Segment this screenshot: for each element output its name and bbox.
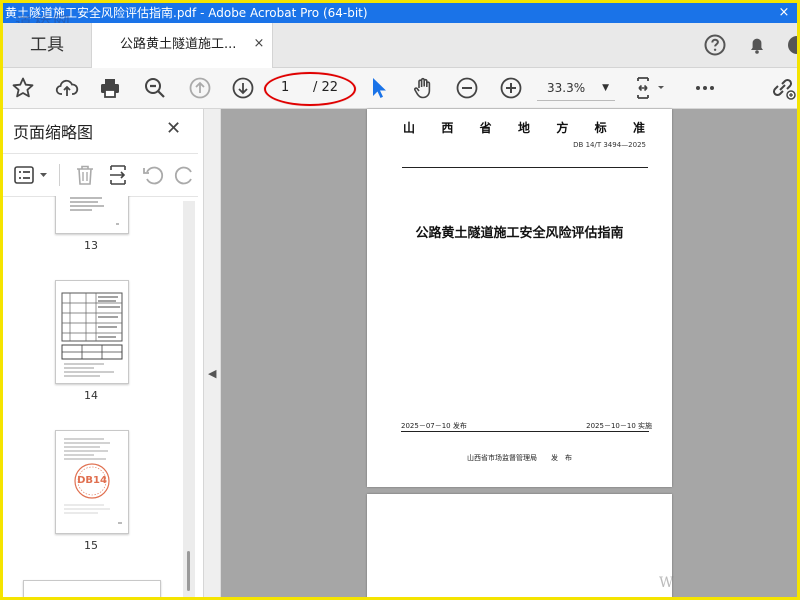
tab-close-button[interactable]: × bbox=[252, 37, 266, 51]
previous-page-icon[interactable] bbox=[188, 76, 212, 100]
tab-tools[interactable]: 工具 bbox=[3, 23, 91, 67]
thumbnail-options-icon[interactable] bbox=[13, 164, 49, 186]
tab-document[interactable]: 公路黄土隧道施工... × bbox=[91, 23, 273, 68]
effective-date: 2025－10－10 实施 bbox=[586, 422, 652, 430]
date-rule bbox=[401, 431, 649, 432]
window-close-button[interactable]: × bbox=[777, 3, 791, 23]
notification-bell-icon[interactable] bbox=[745, 33, 769, 57]
publisher: 山西省市场监督管理局 发 布 bbox=[467, 454, 572, 462]
thumbnails-panel-close-button[interactable]: ✕ bbox=[166, 118, 181, 139]
collapse-arrow-icon: ◀ bbox=[208, 367, 217, 380]
bookmark-star-icon[interactable] bbox=[11, 76, 35, 100]
hand-tool-icon[interactable] bbox=[411, 76, 435, 100]
thumbnail-page-14[interactable] bbox=[55, 280, 129, 384]
next-page-icon[interactable] bbox=[231, 76, 255, 100]
fit-page-icon[interactable] bbox=[635, 76, 669, 100]
standard-code: DB 14/T 3494—2025 bbox=[573, 141, 646, 149]
delete-page-icon[interactable] bbox=[73, 163, 97, 187]
tab-document-label: 公路黄土隧道施工... bbox=[120, 37, 237, 52]
zoom-level-dropdown[interactable]: 33.3% ▼ bbox=[537, 76, 615, 101]
zoom-search-icon[interactable] bbox=[143, 76, 167, 100]
zoom-out-icon[interactable] bbox=[455, 76, 479, 100]
insert-page-icon[interactable] bbox=[107, 163, 131, 187]
print-icon[interactable] bbox=[98, 76, 122, 100]
title-bar: 黄土隧道施工安全风险评估指南.pdf - Adobe Acrobat Pro (… bbox=[3, 3, 797, 23]
document-title: 公路黄土隧道施工安全风险评估指南 bbox=[415, 226, 624, 241]
toolbar-divider bbox=[59, 164, 60, 186]
page-count-highlight-ellipse bbox=[264, 72, 356, 106]
panel-collapse-handle[interactable]: ◀ bbox=[204, 109, 221, 597]
select-pointer-icon[interactable] bbox=[367, 76, 391, 100]
scrollbar-thumb[interactable] bbox=[187, 551, 190, 591]
thumbnails-panel-title: 页面缩略图 bbox=[13, 123, 94, 142]
header-rule bbox=[402, 167, 648, 168]
thumbnail-number: 13 bbox=[84, 239, 98, 252]
thumbnail-page-15[interactable]: DB14 bbox=[55, 430, 129, 534]
more-tools-icon[interactable] bbox=[693, 76, 717, 100]
issue-date: 2025－07－10 发布 bbox=[401, 422, 467, 430]
standard-header: 山西省地方标准 bbox=[403, 121, 647, 135]
document-view[interactable]: 山西省地方标准 DB 14/T 3494—2025 公路黄土隧道施工安全风险评估… bbox=[221, 109, 797, 597]
rotate-counterclockwise-icon[interactable] bbox=[141, 163, 165, 187]
zoom-level-value: 33.3% bbox=[547, 81, 586, 95]
tab-bar: 工具 公路黄土隧道施工... × bbox=[3, 23, 797, 68]
thumbnails-scrollbar[interactable] bbox=[183, 201, 195, 597]
thumbnail-number: 14 bbox=[84, 389, 98, 402]
pdf-page-2 bbox=[367, 494, 672, 597]
cloud-upload-icon[interactable] bbox=[55, 76, 79, 100]
acrobat-window: 黄土隧道施工安全风险评估指南.pdf - Adobe Acrobat Pro (… bbox=[0, 0, 800, 600]
zoom-in-icon[interactable] bbox=[499, 76, 523, 100]
thumbnail-list: 13 14 DB14 15 bbox=[3, 196, 183, 597]
thumbnails-toolbar bbox=[3, 153, 198, 197]
chevron-down-icon: ▼ bbox=[602, 83, 609, 93]
page-thumbnails-panel: 页面缩略图 ✕ 13 14 DB14 15 bbox=[3, 109, 204, 597]
rotate-clockwise-icon[interactable] bbox=[173, 163, 193, 187]
thumbnail-number: 15 bbox=[84, 539, 98, 552]
share-link-icon[interactable] bbox=[769, 76, 797, 100]
pdf-page-1: 山西省地方标准 DB 14/T 3494—2025 公路黄土隧道施工安全风险评估… bbox=[367, 109, 672, 487]
main-toolbar: 1 / 22 33.3% ▼ bbox=[3, 68, 797, 109]
stamp-label: DB14 bbox=[77, 475, 107, 486]
thumbnail-page-16[interactable] bbox=[23, 580, 161, 597]
corner-watermark: W bbox=[659, 575, 674, 591]
thumbnail-page-13[interactable] bbox=[55, 196, 129, 234]
help-icon[interactable] bbox=[703, 33, 727, 57]
account-icon[interactable] bbox=[785, 33, 797, 57]
